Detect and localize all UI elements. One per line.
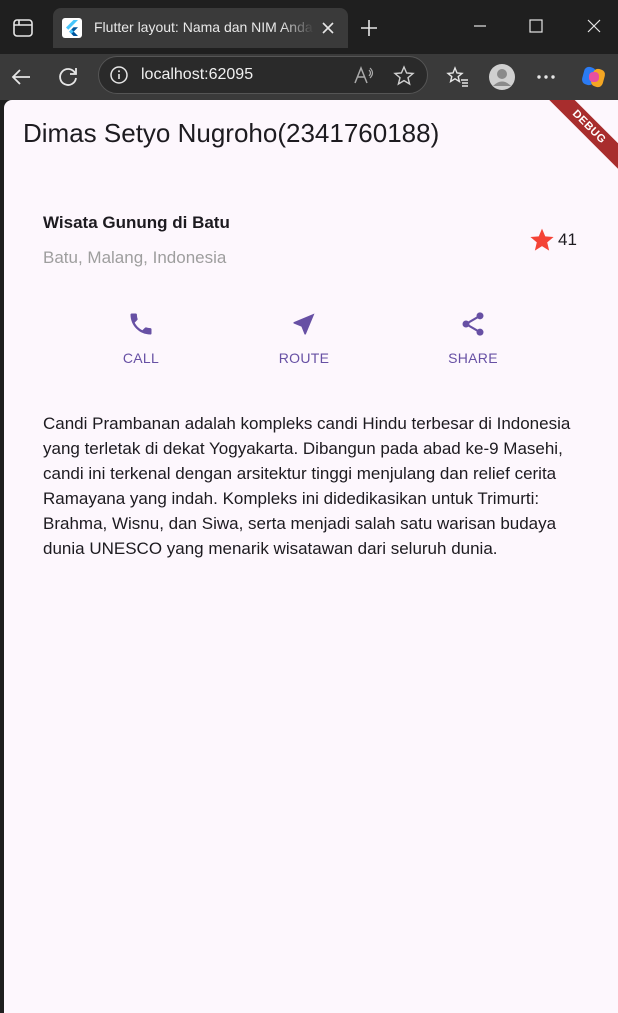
star-icon (530, 228, 554, 251)
minimize-icon[interactable] (460, 10, 500, 42)
maximize-icon[interactable] (516, 10, 556, 42)
call-button[interactable]: CALL (91, 310, 191, 366)
app-page: DEBUG Dimas Setyo Nugroho(2341760188) Wi… (4, 100, 618, 1013)
url-text[interactable]: localhost:62095 (141, 66, 253, 84)
share-button[interactable]: SHARE (423, 310, 523, 366)
favorites-icon[interactable] (444, 63, 472, 91)
page-title: Dimas Setyo Nugroho(2341760188) (23, 118, 440, 148)
tab-title: Flutter layout: Nama dan NIM Anda (94, 19, 313, 35)
browser-toolbar: localhost:62095 (0, 54, 618, 100)
place-title: Wisata Gunung di Batu (43, 213, 230, 232)
place-location: Batu, Malang, Indonesia (43, 248, 227, 267)
profile-icon[interactable] (488, 63, 516, 91)
debug-banner: DEBUG (536, 100, 618, 180)
title-bar: Flutter layout: Nama dan NIM Anda (0, 0, 618, 54)
browser-tab[interactable]: Flutter layout: Nama dan NIM Anda (53, 8, 348, 48)
route-label: ROUTE (278, 350, 330, 366)
place-description: Candi Prambanan adalah kompleks candi Hi… (43, 414, 571, 558)
tab-list-icon[interactable] (12, 17, 34, 39)
reload-icon[interactable] (54, 63, 82, 91)
share-label: SHARE (448, 350, 498, 366)
phone-icon (130, 313, 152, 335)
copilot-icon[interactable] (580, 63, 608, 91)
read-aloud-icon[interactable] (353, 65, 375, 87)
window-close-icon[interactable] (574, 10, 614, 42)
address-bar[interactable]: localhost:62095 (98, 56, 428, 94)
back-arrow-icon[interactable] (8, 63, 36, 91)
share-icon (462, 312, 484, 336)
call-label: CALL (122, 350, 160, 366)
info-icon[interactable] (109, 65, 129, 85)
flutter-logo-icon (62, 18, 82, 38)
close-icon[interactable] (319, 19, 337, 37)
near-me-icon (293, 313, 315, 335)
route-button[interactable]: ROUTE (254, 310, 354, 366)
plus-icon[interactable] (358, 17, 380, 39)
more-icon[interactable] (532, 63, 560, 91)
rating-count: 41 (558, 230, 577, 249)
star-outline-icon[interactable] (393, 65, 415, 87)
